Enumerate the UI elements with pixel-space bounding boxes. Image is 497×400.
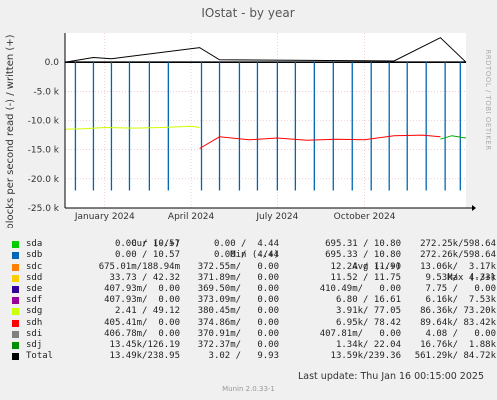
x-tick-label: April 2024 xyxy=(168,212,215,222)
legend-swatch xyxy=(12,353,19,361)
legend-name: sdg xyxy=(26,306,43,317)
legend-swatch xyxy=(12,319,19,327)
legend-max: 561.29k/ 84.72k xyxy=(414,351,496,362)
side-label: RRDTOOL / TOBI OETIKER xyxy=(484,49,492,150)
legend-name: sdb xyxy=(26,250,43,261)
legend-swatch xyxy=(12,263,19,271)
y-tick-label: -5.0 k xyxy=(33,87,59,97)
y-tick-label: -25.0 k xyxy=(28,204,60,214)
legend-cur: 675.01m/188.94m xyxy=(98,261,180,272)
x-tick-label: July 2024 xyxy=(255,212,298,222)
legend-cur: 407.93m/ 0.00 xyxy=(104,283,180,294)
legend-max: 272.26k/598.64 xyxy=(420,250,496,261)
legend-swatch xyxy=(12,297,19,305)
legend-min: 0.00 / 4.44 xyxy=(213,239,279,250)
legend-max: 13.06k/ 3.17k xyxy=(420,261,496,272)
legend-name: sdd xyxy=(26,272,43,283)
legend-name: sdf xyxy=(26,295,43,306)
legend-max: 272.25k/598.64 xyxy=(420,239,496,250)
legend-header: Cur (-/+) Min (-/+) Avg (-/+) Max (-/+) xyxy=(12,228,496,283)
legend-avg: 13.59k/239.36 xyxy=(330,351,401,362)
legend-name: sdh xyxy=(26,317,43,328)
legend-name: sda xyxy=(26,239,43,250)
legend-min: 373.09m/ 0.00 xyxy=(197,295,279,306)
version-label: Munin 2.0.33-1 xyxy=(222,385,275,393)
legend-swatch xyxy=(12,252,19,260)
legend-min: 380.45m/ 0.00 xyxy=(197,306,279,317)
legend-swatch xyxy=(12,285,19,293)
y-tick-label: -10.0 k xyxy=(28,117,60,127)
legend-avg: 1.34k/ 22.04 xyxy=(335,339,401,350)
legend-row-sdi: sdi 406.78m/ 0.00 370.91m/ 0.00 407.81m/ 0.… xyxy=(12,328,496,340)
legend-max: 16.76k/ 1.88k xyxy=(420,339,496,350)
legend-max: 6.16k/ 7.53k xyxy=(425,295,496,306)
chart-title: IOstat - by year xyxy=(201,6,294,20)
legend-max: 89.64k/ 83.42k xyxy=(420,317,496,328)
legend-max: 86.36k/ 73.20k xyxy=(420,306,496,317)
y-tick-label: -15.0 k xyxy=(28,146,60,156)
x-tick-label: January 2024 xyxy=(74,212,135,222)
legend-swatch xyxy=(12,241,19,249)
legend-row-sdh: sdh 405.41m/ 0.00 374.86m/ 0.00 6.95k/ 78.4… xyxy=(12,317,496,329)
legend-row-total: Total 13.49k/238.95 3.02 / 9.93 13.59k/239.… xyxy=(12,351,496,362)
legend-cur: 13.49k/238.95 xyxy=(109,351,180,362)
legend-name: sde xyxy=(26,283,43,294)
legend-avg: 695.31 / 10.80 xyxy=(325,239,401,250)
legend-swatch xyxy=(12,330,19,338)
legend-min: 0.00 / 4.44 xyxy=(213,250,279,261)
y-tick-label: 0.0 xyxy=(45,58,60,68)
legend-avg: 407.81m/ 0.00 xyxy=(319,328,401,339)
legend-table: Cur (-/+) Min (-/+) Avg (-/+) Max (-/+) … xyxy=(12,228,496,362)
legend-name: Total xyxy=(26,351,54,362)
legend-row-sdj: sdj 13.45k/126.19 372.37m/ 0.00 1.34k/ 22.0… xyxy=(12,339,496,351)
legend-max: 4.08 / 0.00 xyxy=(425,328,496,339)
legend-row-sde: sde 407.93m/ 0.00 369.50m/ 0.00 410.49m/ 0.… xyxy=(12,283,496,295)
legend-row-sdb: sdb 0.00 / 10.57 0.00 / 4.44 695.33 / 10.80… xyxy=(12,250,496,261)
legend-name: sdj xyxy=(26,339,43,350)
legend-max: 9.53k/ 4.33k xyxy=(425,272,496,283)
legend-swatch xyxy=(12,274,19,282)
legend-avg: 695.33 / 10.80 xyxy=(325,250,401,261)
legend-row-sdf: sdf 407.93m/ 0.00 373.09m/ 0.00 6.80 / 16.6… xyxy=(12,295,496,306)
legend-avg: 6.80 / 16.61 xyxy=(335,295,401,306)
legend-name: sdi xyxy=(26,328,43,339)
legend-cur: 407.93m/ 0.00 xyxy=(104,295,180,306)
legend-min: 370.91m/ 0.00 xyxy=(197,328,279,339)
legend-min: 372.37m/ 0.00 xyxy=(197,339,279,350)
legend-row-sdd: sdd 33.73 / 42.32 371.89m/ 0.00 11.52 / 11.… xyxy=(12,272,496,284)
y-tick-label: -20.0 k xyxy=(28,175,60,185)
legend-avg: 410.49m/ 0.00 xyxy=(319,283,401,294)
legend-swatch xyxy=(12,341,19,349)
iostat-chart: IOstat - by year blocks per second read … xyxy=(0,0,497,228)
legend-name: sdc xyxy=(26,261,43,272)
legend-cur: 2.41 / 49.12 xyxy=(114,306,180,317)
y-axis-label: blocks per second read (-) / written (+) xyxy=(5,34,16,228)
legend-min: 3.02 / 9.93 xyxy=(208,351,279,362)
legend-min: 372.55m/ 0.00 xyxy=(197,261,279,272)
legend-cur: 13.45k/126.19 xyxy=(109,339,180,350)
legend-cur: 0.00 / 10.57 xyxy=(114,250,180,261)
legend-min: 369.50m/ 0.00 xyxy=(197,283,279,294)
legend-avg: 11.52 / 11.75 xyxy=(330,272,401,283)
legend-row-sda: sda 0.00 / 10.57 0.00 / 4.44 695.31 / 10.80… xyxy=(12,239,496,250)
last-update: Last update: Thu Jan 16 00:15:00 2025 xyxy=(297,371,484,382)
legend-avg: 3.91k/ 77.05 xyxy=(335,306,401,317)
legend-cur: 405.41m/ 0.00 xyxy=(104,317,180,328)
legend-min: 371.89m/ 0.00 xyxy=(197,272,279,283)
legend-cur: 406.78m/ 0.00 xyxy=(104,328,180,339)
x-tick-label: October 2024 xyxy=(334,212,396,222)
legend-avg: 6.95k/ 78.42 xyxy=(335,317,401,328)
legend-max: 7.75 / 0.00 xyxy=(425,283,496,294)
legend-min: 374.86m/ 0.00 xyxy=(197,317,279,328)
legend-row-sdc: sdc 675.01m/188.94m 372.55m/ 0.00 12.24 / 1… xyxy=(12,261,496,273)
legend-avg: 12.24 / 11.90 xyxy=(330,261,401,272)
legend-swatch xyxy=(12,308,19,316)
legend-cur: 0.00 / 10.57 xyxy=(114,239,180,250)
legend-row-sdg: sdg 2.41 / 49.12 380.45m/ 0.00 3.91k/ 77.05… xyxy=(12,306,496,317)
legend-cur: 33.73 / 42.32 xyxy=(109,272,180,283)
